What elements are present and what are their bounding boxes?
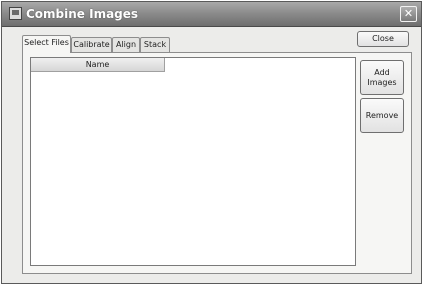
tab-calibrate[interactable]: Calibrate <box>71 37 112 52</box>
tab-stack[interactable]: Stack <box>140 37 170 52</box>
column-header-name[interactable]: Name <box>31 58 165 72</box>
title-bar[interactable]: Combine Images ✕ <box>2 2 421 27</box>
file-list[interactable]: Name <box>30 57 356 266</box>
tab-select-files[interactable]: Select Files <box>22 35 71 53</box>
close-button[interactable]: Close <box>357 31 409 47</box>
window-title: Combine Images <box>26 7 139 21</box>
add-images-button[interactable]: Add Images <box>360 60 404 95</box>
close-icon[interactable]: ✕ <box>400 6 417 22</box>
tab-align[interactable]: Align <box>112 37 140 52</box>
select-files-panel: Name <box>22 52 412 274</box>
image-stack-icon <box>9 7 22 20</box>
remove-button[interactable]: Remove <box>360 98 404 133</box>
